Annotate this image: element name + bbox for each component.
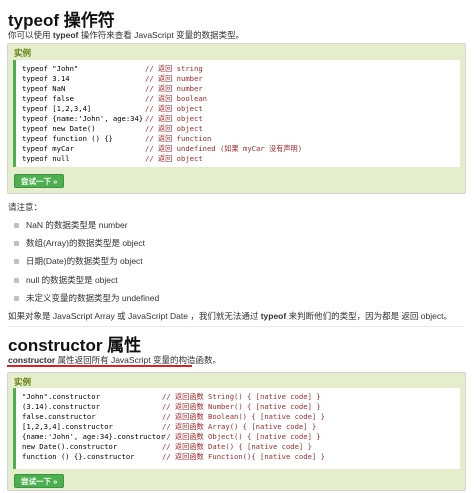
list-item-text: 日期(Date)的数据类型为 object xyxy=(26,256,143,267)
code-line: typeof null // 返回 object xyxy=(22,154,460,164)
code-comment: // 返回 object xyxy=(145,154,203,163)
code-block-constructor: "John".constructor // 返回函数 String() { [na… xyxy=(13,388,460,469)
code-expression: typeof NaN xyxy=(22,84,66,93)
code-line: typeof NaN // 返回 number xyxy=(22,84,460,94)
note-label: 请注意： xyxy=(8,202,43,212)
code-expression: typeof [1,2,3,4] xyxy=(22,104,92,113)
summary-keyword: typeof xyxy=(260,311,287,321)
code-comment: // 返回 string xyxy=(145,64,203,73)
highlight-underline xyxy=(7,365,192,367)
list-item: 日期(Date)的数据类型为 object xyxy=(14,252,454,270)
code-comment: // 返回 object xyxy=(145,104,203,113)
code-line: "John".constructor // 返回函数 String() { [na… xyxy=(22,392,460,402)
code-expression: typeof function () {} xyxy=(22,134,113,143)
intro-text: 你可以使用 xyxy=(8,30,53,40)
section-divider xyxy=(8,326,464,327)
code-comment: // 返回函数 Boolean() { [native code] } xyxy=(162,412,325,421)
example-label: 实例 xyxy=(14,377,32,387)
code-comment: // 返回函数 Date() { [native code] } xyxy=(162,442,312,451)
code-expression: (3.14).constructor xyxy=(22,402,100,411)
summary-text-end: 来判断他们的类型，因为都是 返回 object。 xyxy=(286,311,452,321)
bullet-icon xyxy=(14,277,19,283)
list-item: 未定义变量的数据类型为 undefined xyxy=(14,289,454,307)
notes-list: NaN 的数据类型是 number 数组(Array)的数据类型是 object… xyxy=(14,216,454,307)
list-item: null 的数据类型是 object xyxy=(14,271,454,289)
section-title-typeof: typeof 操作符 xyxy=(8,11,115,30)
code-comment: // 返回函数 Array() { [native code] } xyxy=(162,422,317,431)
intro-keyword: typeof xyxy=(52,30,79,40)
code-comment: // 返回 boolean xyxy=(145,94,207,103)
tutorial-page: typeof 操作符 你可以使用 typeof 操作符来查看 JavaScrip… xyxy=(0,0,474,493)
description-keyword: constructor xyxy=(8,355,56,365)
try-it-button[interactable]: 尝试一下 » xyxy=(14,174,65,188)
typeof-intro: 你可以使用 typeof 操作符来查看 JavaScript 变量的数据类型。 xyxy=(8,29,244,41)
code-expression: typeof "John" xyxy=(22,64,79,73)
bullet-icon xyxy=(14,223,19,228)
bullet-icon xyxy=(14,259,19,265)
code-line: false.constructor // 返回函数 Boolean() { [na… xyxy=(22,412,460,422)
code-expression: function () {}.constructor xyxy=(22,452,135,461)
code-block-typeof: typeof "John" // 返回 string typeof 3.14 // … xyxy=(13,60,460,167)
code-expression: typeof null xyxy=(22,154,70,163)
code-expression: typeof new Date() xyxy=(22,124,96,133)
code-line: typeof function () {} // 返回 function xyxy=(22,134,460,144)
example-box-constructor: 实例 "John".constructor // 返回函数 String() { … xyxy=(7,372,466,491)
code-line: typeof 3.14 // 返回 number xyxy=(22,74,460,84)
typeof-summary: 如果对象是 JavaScript Array 或 JavaScript Date… xyxy=(8,310,452,322)
list-item-text: 未定义变量的数据类型为 undefined xyxy=(26,292,160,303)
summary-text: 如果对象是 JavaScript Array 或 JavaScript Date… xyxy=(8,311,261,321)
code-line: typeof new Date() // 返回 object xyxy=(22,124,460,134)
code-comment: // 返回 undefined (如果 myCar 没有声明) xyxy=(145,144,303,153)
list-item-text: 数组(Array)的数据类型是 object xyxy=(26,238,146,249)
code-comment: // 返回 object xyxy=(145,114,203,123)
code-comment: // 返回 object xyxy=(145,124,203,133)
code-comment: // 返回 function xyxy=(145,134,212,143)
code-expression: typeof false xyxy=(22,94,74,103)
code-line: {name:'John', age:34}.constructor// 返回函数… xyxy=(22,432,460,442)
code-line: new Date().constructor // 返回函数 Date() { [… xyxy=(22,442,460,452)
section-title-constructor: constructor 属性 xyxy=(8,336,142,355)
try-it-button[interactable]: 尝试一下 » xyxy=(14,474,65,488)
code-line: typeof {name:'John', age:34}// 返回 object xyxy=(22,114,460,124)
code-line: typeof myCar // 返回 undefined (如果 myCar 没有… xyxy=(22,144,460,154)
intro-text-end: 操作符来查看 JavaScript 变量的数据类型。 xyxy=(78,30,245,40)
list-item-text: NaN 的数据类型是 number xyxy=(26,220,128,230)
code-expression: typeof myCar xyxy=(22,144,74,153)
code-line: typeof "John" // 返回 string xyxy=(22,64,460,74)
code-comment: // 返回函数 String() { [native code] } xyxy=(162,392,321,401)
list-item: NaN 的数据类型是 number xyxy=(14,216,454,234)
code-expression: typeof 3.14 xyxy=(22,74,70,83)
code-line: (3.14).constructor // 返回函数 Number() { [na… xyxy=(22,402,460,412)
example-box-typeof: 实例 typeof "John" // 返回 string typeof 3.14… xyxy=(7,43,466,194)
code-expression: new Date().constructor xyxy=(22,442,118,451)
code-expression: {name:'John', age:34}.constructor xyxy=(22,432,165,441)
code-expression: false.constructor xyxy=(22,412,96,421)
code-comment: // 返回函数 Object() { [native code] } xyxy=(162,432,321,441)
code-line: [1,2,3,4].constructor // 返回函数 Array() { [… xyxy=(22,422,460,432)
example-label: 实例 xyxy=(14,48,32,58)
description-text: 属性返回所有 JavaScript 变量的构造函数。 xyxy=(55,355,222,365)
list-item-text: null 的数据类型是 object xyxy=(26,274,118,285)
code-comment: // 返回函数 Number() { [native code] } xyxy=(162,402,321,411)
list-item: 数组(Array)的数据类型是 object xyxy=(14,234,454,252)
bullet-icon xyxy=(14,295,19,301)
code-comment: // 返回函数 Function(){ [native code] } xyxy=(162,452,325,461)
code-expression: "John".constructor xyxy=(22,392,100,401)
bullet-icon xyxy=(14,241,19,247)
code-line: typeof false // 返回 boolean xyxy=(22,94,460,104)
code-expression: [1,2,3,4].constructor xyxy=(22,422,113,431)
code-comment: // 返回 number xyxy=(145,84,203,93)
code-comment: // 返回 number xyxy=(145,74,203,83)
code-expression: typeof {name:'John', age:34} xyxy=(22,114,144,123)
code-line: function () {}.constructor // 返回函数 Functi… xyxy=(22,452,460,462)
code-line: typeof [1,2,3,4] // 返回 object xyxy=(22,104,460,114)
